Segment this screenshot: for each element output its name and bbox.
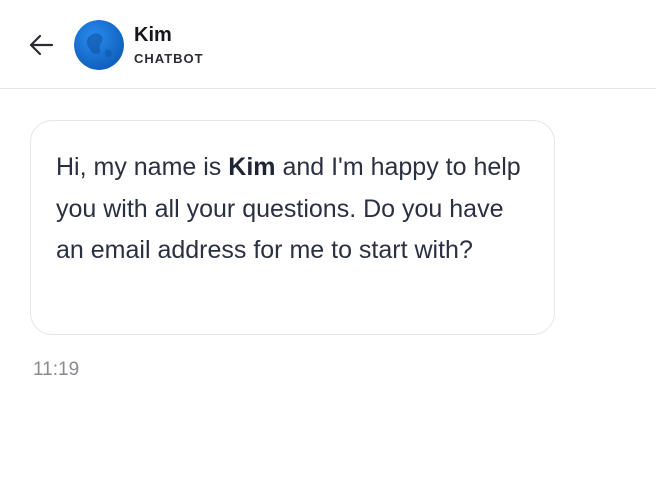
message-text: Hi, my name is Kim and I'm happy to help… xyxy=(56,153,521,264)
bot-role-label: CHATBOT xyxy=(134,51,204,66)
avatar xyxy=(74,20,124,70)
message-bubble: Hi, my name is Kim and I'm happy to help… xyxy=(30,120,555,335)
chat-header: Kim CHATBOT xyxy=(0,0,656,89)
bot-name: Kim xyxy=(134,24,172,46)
message-timestamp: 11:19 xyxy=(33,359,80,380)
arrow-left-icon xyxy=(29,34,54,56)
back-button[interactable] xyxy=(26,30,56,60)
message-bold-name: Kim xyxy=(228,153,276,181)
